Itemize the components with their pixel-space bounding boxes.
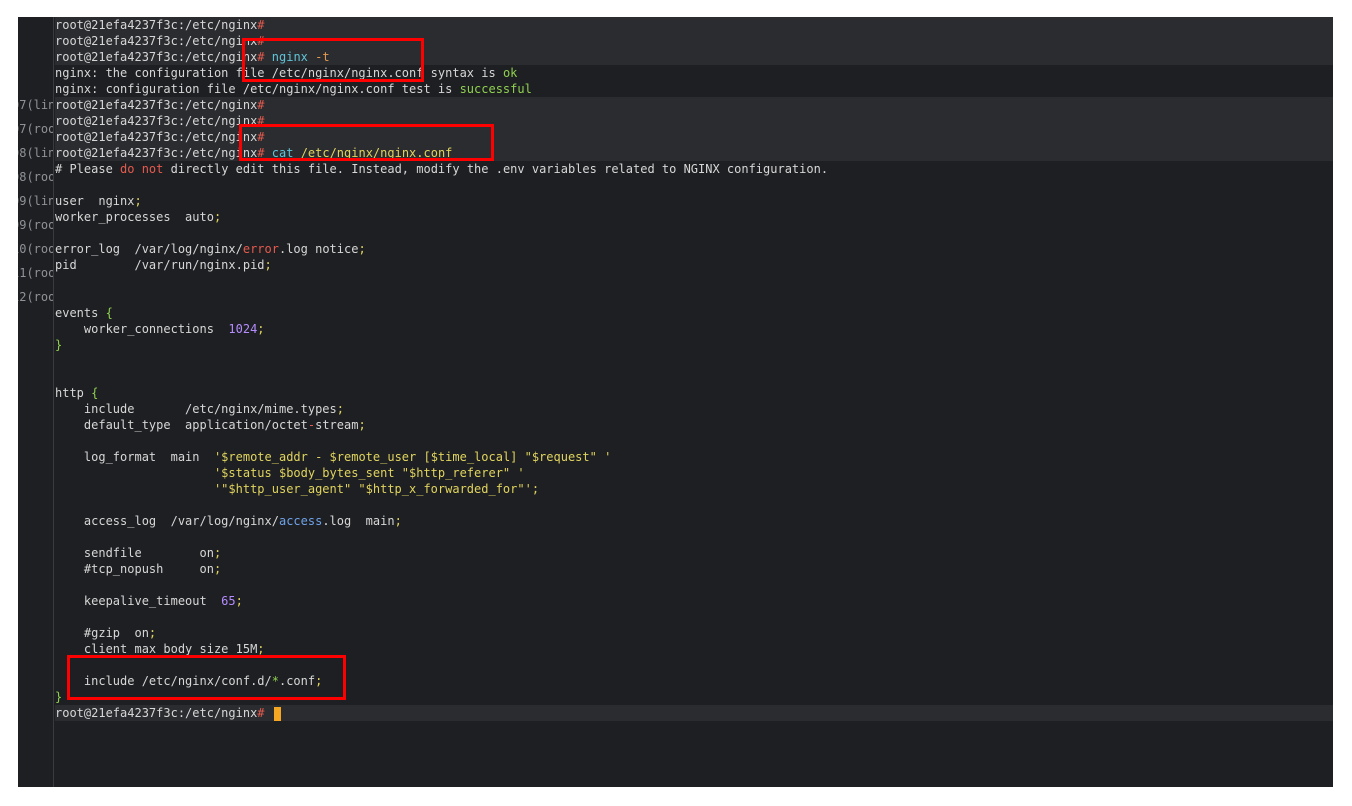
gutter-line: 07(roo <box>18 122 53 136</box>
prompt-line: root@21efa4237f3c:/etc/nginx# <box>55 97 1333 113</box>
gutter-line: 11(roo <box>18 266 53 280</box>
conf-line: '"$http_user_agent" "$http_x_forwarded_f… <box>55 482 540 496</box>
prompt-line: root@21efa4237f3c:/etc/nginx# <box>55 129 1333 145</box>
gutter-line: 12(roo <box>18 290 53 304</box>
conf-line: } <box>55 690 63 704</box>
conf-line: client_max_body_size 15M; <box>55 642 265 656</box>
prompt-line: root@21efa4237f3c:/etc/nginx# <box>55 17 1333 33</box>
conf-line: include /etc/nginx/conf.d/*.conf; <box>55 674 323 688</box>
conf-line: worker_connections 1024; <box>55 322 265 336</box>
gutter-line: 09(roo <box>18 218 53 232</box>
output-line: nginx: the configuration file /etc/nginx… <box>55 66 518 80</box>
conf-line: } <box>55 338 63 352</box>
conf-line: # Please do not directly edit this file.… <box>55 162 829 176</box>
text-cursor <box>273 706 281 721</box>
conf-line: http { <box>55 386 99 400</box>
conf-line: sendfile on; <box>55 546 222 560</box>
prompt-line: root@21efa4237f3c:/etc/nginx# <box>55 33 1333 49</box>
conf-line: user nginx; <box>55 194 142 208</box>
conf-line: access_log /var/log/nginx/access.log mai… <box>55 514 402 528</box>
gutter-line: 07(lin <box>18 98 53 112</box>
conf-line: #gzip on; <box>55 626 157 640</box>
conf-line: pid /var/run/nginx.pid; <box>55 258 272 272</box>
conf-line: worker_processes auto; <box>55 210 222 224</box>
gutter-line: 08(lin <box>18 146 53 160</box>
output-line: nginx: configuration file /etc/nginx/ngi… <box>55 82 532 96</box>
conf-line: #tcp_nopush on; <box>55 562 222 576</box>
gutter-line: 08(roo <box>18 170 53 184</box>
conf-line: error_log /var/log/nginx/error.log notic… <box>55 242 366 256</box>
terminal-window[interactable]: 07(lin 07(roo 08(lin 08(roo 09(lin 09(ro… <box>18 17 1333 787</box>
conf-line: '$status $body_bytes_sent "$http_referer… <box>55 466 525 480</box>
conf-line: keepalive_timeout 65; <box>55 594 243 608</box>
conf-line: default_type application/octet-stream; <box>55 418 366 432</box>
gutter-line: 10(roo <box>18 242 53 256</box>
prompt-line-active[interactable]: root@21efa4237f3c:/etc/nginx# <box>55 705 1333 721</box>
prompt-line-nginx-test: root@21efa4237f3c:/etc/nginx# nginx -t <box>55 49 1333 65</box>
conf-line: log_format main '$remote_addr - $remote_… <box>55 450 612 464</box>
conf-line: include /etc/nginx/mime.types; <box>55 402 344 416</box>
prompt-line: root@21efa4237f3c:/etc/nginx# <box>55 113 1333 129</box>
gutter-line: 09(lin <box>18 194 53 208</box>
terminal-output: root@21efa4237f3c:/etc/nginx# root@21efa… <box>55 17 1333 787</box>
gutter: 07(lin 07(roo 08(lin 08(roo 09(lin 09(ro… <box>18 17 54 787</box>
prompt-line-cat: root@21efa4237f3c:/etc/nginx# cat /etc/n… <box>55 145 1333 161</box>
conf-line: events { <box>55 306 113 320</box>
